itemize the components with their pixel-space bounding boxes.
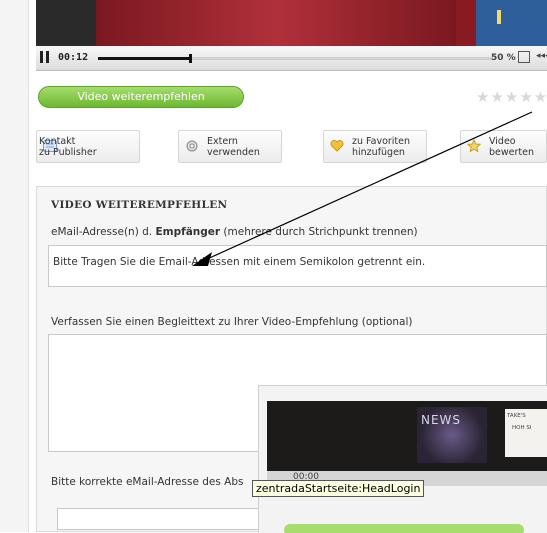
annotation-arrows [192,111,533,266]
arrow-line [204,111,533,261]
arrow-head [192,252,212,266]
